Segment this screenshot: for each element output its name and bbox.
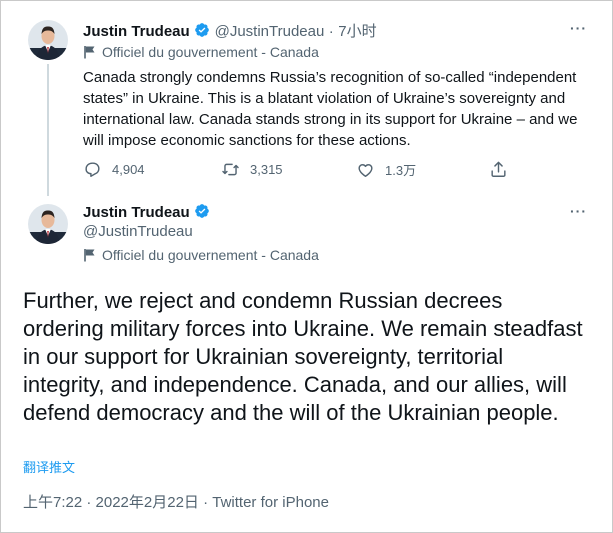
retweet-icon xyxy=(222,163,239,176)
verified-badge-icon xyxy=(195,23,209,37)
gov-label-text: Officiel du gouvernement - Canada xyxy=(102,247,319,263)
tweet-time[interactable]: 7小时 xyxy=(338,23,376,40)
reply-count: 4,904 xyxy=(112,162,145,177)
verified-badge-icon xyxy=(195,204,209,218)
more-icon[interactable]: ··· xyxy=(570,203,587,219)
author-handle[interactable]: @JustinTrudeau xyxy=(215,23,325,40)
reply-icon xyxy=(85,162,100,177)
thread-connector-line xyxy=(47,64,49,196)
author-handle[interactable]: @JustinTrudeau xyxy=(83,223,193,240)
like-button[interactable]: 1.3万 xyxy=(356,160,416,179)
avatar[interactable] xyxy=(28,20,68,60)
avatar[interactable] xyxy=(28,204,68,244)
author-name[interactable]: Justin Trudeau xyxy=(83,23,190,40)
retweet-button[interactable]: 3,315 xyxy=(221,160,283,179)
like-count: 1.3万 xyxy=(385,163,417,178)
separator-dot: · xyxy=(328,23,334,40)
tweet-header: Justin Trudeau @JustinTrudeau · 7小时 xyxy=(83,20,377,41)
tweet-text: Canada strongly condemns Russia’s recogn… xyxy=(83,69,578,149)
gov-label-text: Officiel du gouvernement - Canada xyxy=(102,44,319,60)
gov-label: Officiel du gouvernement - Canada xyxy=(83,44,319,60)
flag-icon xyxy=(84,46,95,59)
tweet-timestamp[interactable]: 上午7:22 · 2022年2月22日 · Twitter for iPhone xyxy=(23,491,329,512)
tweet-header: Justin Trudeau xyxy=(83,203,210,222)
reply-button[interactable]: 4,904 xyxy=(83,160,145,179)
translate-tweet-link[interactable]: 翻译推文 xyxy=(23,457,75,476)
share-button[interactable] xyxy=(489,160,518,179)
more-icon[interactable]: ··· xyxy=(570,20,587,36)
share-icon xyxy=(491,161,506,177)
tweet-text: Further, we reject and condemn Russian d… xyxy=(23,288,583,425)
gov-label: Officiel du gouvernement - Canada xyxy=(83,247,319,263)
like-icon xyxy=(358,164,373,177)
retweet-count: 3,315 xyxy=(250,162,283,177)
flag-icon xyxy=(84,249,95,262)
author-name[interactable]: Justin Trudeau xyxy=(83,204,190,221)
